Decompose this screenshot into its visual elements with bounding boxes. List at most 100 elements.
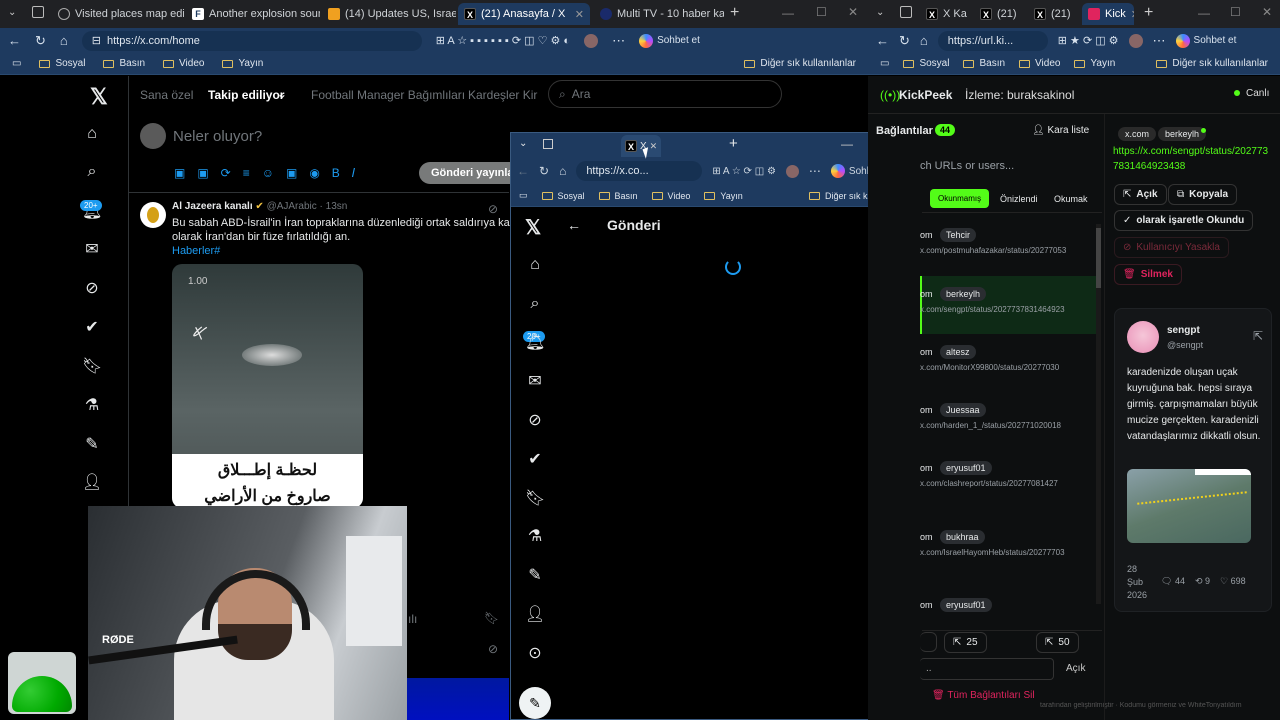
bookmark-yayin[interactable]: Yayın — [222, 58, 263, 69]
maximize-icon[interactable]: ☐ — [816, 5, 827, 19]
messages-nav-icon[interactable]: ✉ — [525, 372, 545, 392]
bookmark-video[interactable]: Video — [163, 58, 204, 69]
bookmark-sosyal[interactable]: Sosyal — [903, 58, 949, 69]
explore-nav-icon[interactable]: ⌕ — [525, 294, 545, 314]
communities-nav-icon[interactable]: ✔ — [525, 450, 545, 470]
communities-nav-icon[interactable]: ✔ — [82, 318, 102, 338]
vertical-tabs-icon[interactable] — [543, 139, 553, 149]
compose-toolbar-icons[interactable]: ▣▣⟳≡☺▣◉B𝐼 — [174, 166, 367, 181]
back-icon[interactable]: ← — [876, 33, 889, 48]
home-nav-icon[interactable]: ⌂ — [82, 124, 102, 144]
close-tab-icon[interactable]: ✕ — [1131, 8, 1134, 21]
link-row[interactable]: om Juessaa x.com/harden_1_/status/2027710… — [920, 403, 1096, 430]
reading-list-icon[interactable]: ▭ — [519, 190, 528, 201]
pager-50-button[interactable]: ⇱ 50 — [1036, 632, 1079, 653]
more-menu-icon[interactable]: ⋯ — [612, 33, 625, 49]
other-bookmarks[interactable]: Diğer sık kullanılanlar — [1156, 58, 1268, 69]
popup-active-tab[interactable]: X X ✕ — [621, 135, 661, 157]
profile-nav-icon[interactable]: 👤︎ — [82, 473, 102, 493]
bottom-input[interactable]: .. — [920, 658, 1054, 680]
filter-previewed-tab[interactable]: Önizlendi — [1000, 194, 1038, 204]
close-tab-icon[interactable]: ✕ — [650, 141, 658, 152]
delete-button[interactable]: 🗑︎ Silmek — [1114, 264, 1182, 285]
messages-nav-icon[interactable]: ✉ — [82, 240, 102, 260]
compose-post-button[interactable]: ✎ — [519, 687, 551, 719]
tab-21-a[interactable]: X (21) — [974, 3, 1024, 25]
link-row[interactable]: om altesz x.com/MonitorX99800/status/2027… — [920, 345, 1096, 372]
popup-url-field[interactable]: https://x.co... — [576, 161, 703, 181]
tab-kick[interactable]: Kick✕ — [1082, 3, 1134, 25]
tweet-author[interactable]: Al Jazeera kanalı — [172, 201, 253, 212]
tweet-time[interactable]: 13sn — [326, 201, 348, 212]
tab-multi-tv[interactable]: Multi TV - 10 haber ka✕ — [594, 3, 724, 25]
minimize-icon[interactable]: — — [782, 6, 794, 20]
filter-read-tab[interactable]: Okumak — [1054, 194, 1088, 204]
extensions-icons[interactable]: ⊞ ★ ⟳ ◫ ⚙ — [1058, 34, 1119, 47]
chevron-down-icon[interactable]: ⌄ — [277, 87, 287, 101]
bookmark-basin[interactable]: Basın — [598, 191, 638, 201]
bookmark-basin[interactable]: Basın — [963, 58, 1005, 69]
tab-for-you[interactable]: Sana özel — [140, 88, 193, 102]
bookmark-yayin[interactable]: Yayın — [704, 191, 743, 201]
list-scrollbar[interactable] — [1096, 224, 1101, 604]
refresh-icon[interactable]: ↻ — [539, 164, 549, 178]
new-tab-icon[interactable]: + — [730, 4, 739, 22]
grok-nav-icon[interactable]: ⊘ — [82, 279, 102, 299]
other-bookmarks[interactable]: Diğer sık kullanılanlar — [744, 58, 856, 69]
blacklist-button[interactable]: 👤︎ Kara liste — [1032, 125, 1089, 136]
link-row[interactable]: om eryusuf01 — [920, 598, 1096, 612]
home-icon[interactable]: ⌂ — [920, 33, 928, 48]
tab-x-home[interactable]: X (21) Anasayfa / X ✕ — [458, 3, 590, 25]
new-tab-icon[interactable]: + — [729, 135, 738, 152]
pager-prev[interactable] — [920, 632, 937, 652]
extensions-icons[interactable]: ⊞ A ☆ ⟳ ◫ ⚙ — [712, 166, 776, 177]
articles-nav-icon[interactable]: ✎ — [82, 435, 102, 455]
tweet-handle[interactable]: @AJArabic — [267, 201, 317, 212]
copy-button[interactable]: ⧉ Kopyala — [1168, 184, 1238, 205]
bookmark-basin[interactable]: Basın — [103, 58, 145, 69]
copilot-button[interactable]: Sohbet et — [639, 33, 700, 48]
ban-user-button[interactable]: ⊘ Kullanıcıyı Yasakla — [1114, 237, 1229, 258]
link-row-selected[interactable]: om berkeylh x.com/sengpt/status/202773783… — [920, 287, 1096, 314]
home-icon[interactable]: ⌂ — [559, 164, 566, 178]
back-arrow-icon[interactable]: ← — [567, 217, 581, 233]
compose-input[interactable]: Neler oluyor? — [173, 128, 262, 145]
close-tab-icon[interactable]: ✕ — [575, 8, 584, 21]
search-input[interactable]: ⌕ Ara — [548, 80, 782, 108]
bookmark-video[interactable]: Video — [1019, 58, 1060, 69]
grok-nav-icon[interactable]: ⊘ — [525, 411, 545, 431]
bookmark-video[interactable]: Video — [651, 191, 690, 201]
refresh-icon[interactable]: ↻ — [899, 33, 910, 49]
link-row[interactable]: om Tehcir x.com/postmuhafazakar/status/20… — [920, 228, 1096, 255]
right-url-field[interactable]: https://url.ki... — [937, 30, 1048, 51]
external-link-icon[interactable]: ⇱ — [1253, 329, 1263, 343]
vertical-tabs-icon[interactable] — [900, 6, 912, 18]
bookmarks-nav-icon[interactable]: 🔖︎ — [82, 357, 102, 377]
tab-actions-chevron-icon[interactable]: ⌄ — [876, 7, 884, 18]
explore-nav-icon[interactable]: ⌕ — [82, 162, 102, 182]
more-menu-icon[interactable]: ⋯ — [1153, 33, 1166, 49]
minimize-icon[interactable]: — — [1198, 6, 1210, 20]
x-logo-icon[interactable]: 𝕏 — [90, 84, 108, 110]
notifications-nav-icon[interactable]: 🔔︎ — [525, 333, 545, 353]
bookmark-sosyal[interactable]: Sosyal — [541, 191, 585, 201]
tab-kardesler[interactable]: Kardeşler Kir — [468, 88, 537, 102]
bottom-open-button[interactable]: Açık — [1066, 663, 1085, 674]
reading-list-icon[interactable]: ▭ — [880, 58, 889, 69]
bookmarks-nav-icon[interactable]: 🔖︎ — [525, 489, 545, 509]
tweet-video[interactable]: 1.00 𐤀 لحظـة إطـــلاق صاروخ من الأراضي — [172, 264, 363, 508]
bookmark-yayin[interactable]: Yayın — [1074, 58, 1115, 69]
maximize-icon[interactable]: ☐ — [1230, 5, 1241, 19]
pager-25-button[interactable]: ⇱ 25 — [944, 632, 987, 653]
minimize-icon[interactable]: — — [841, 137, 853, 151]
profile-avatar[interactable] — [584, 33, 599, 48]
copilot-button[interactable]: Sohbet et — [1175, 33, 1236, 48]
x-logo-icon[interactable]: 𝕏 — [525, 215, 541, 240]
tab-football-manager[interactable]: Football Manager Bağımlıları — [311, 88, 465, 102]
home-nav-icon[interactable]: ⌂ — [525, 255, 545, 275]
home-icon[interactable]: ⌂ — [60, 33, 68, 48]
tab-updates-us-israel[interactable]: (14) Updates US, Israel atta✕ — [322, 3, 456, 25]
jobs-nav-icon[interactable]: ⚗ — [525, 527, 545, 547]
tab-actions-chevron-icon[interactable]: ⌄ — [8, 7, 16, 18]
reading-list-icon[interactable]: ▭ — [12, 58, 21, 69]
